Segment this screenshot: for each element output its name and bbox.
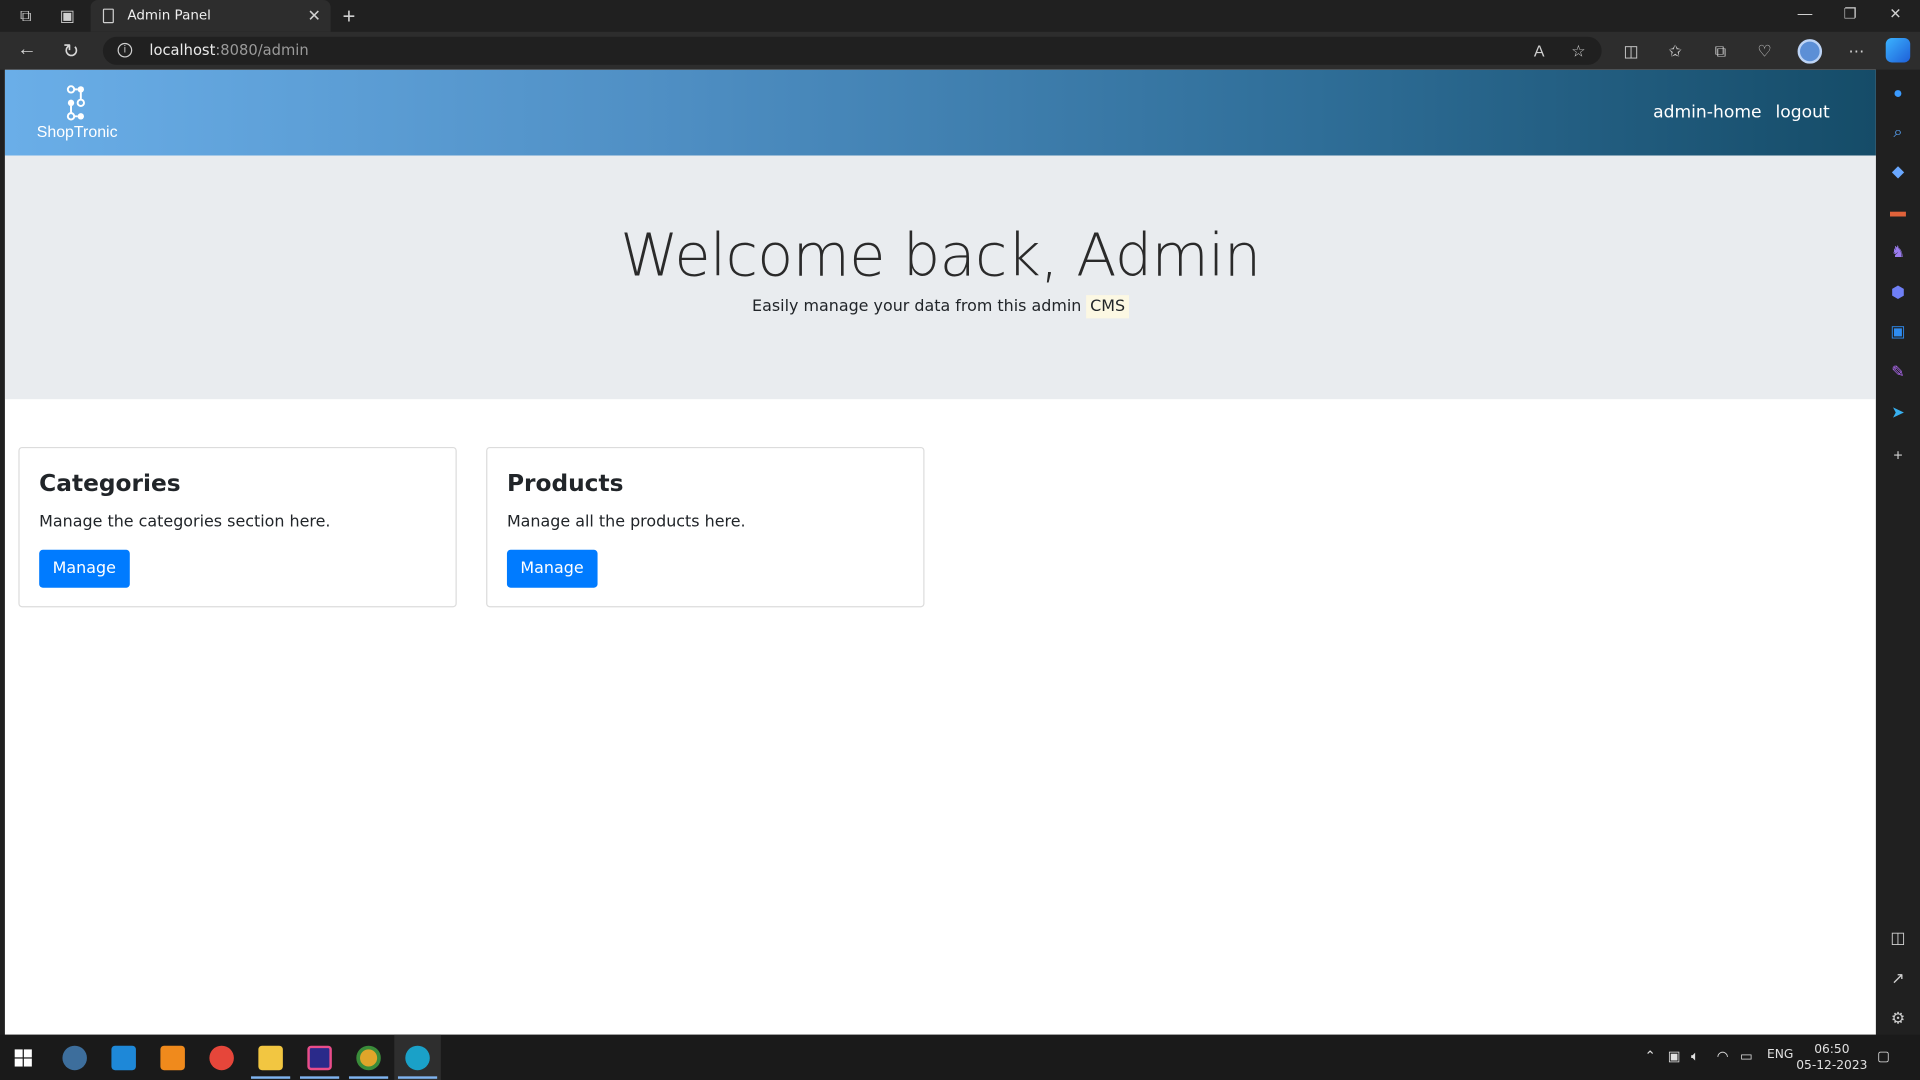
profile-avatar[interactable] — [1797, 39, 1823, 64]
nav-admin-home[interactable]: admin-home — [1653, 103, 1762, 123]
brand-name: ShopTronic — [36, 122, 118, 141]
vscode-icon[interactable] — [111, 1045, 136, 1071]
add-sidebar-app-icon[interactable]: + — [1887, 444, 1909, 466]
restore-button[interactable]: ❐ — [1838, 5, 1862, 22]
postgres-icon[interactable] — [62, 1045, 87, 1071]
intellij-icon[interactable] — [307, 1045, 332, 1071]
close-tab-icon[interactable]: ✕ — [307, 6, 320, 26]
close-window-button[interactable]: ✕ — [1883, 5, 1907, 22]
brand-link[interactable]: ShopTronic — [36, 84, 118, 141]
minimize-button[interactable]: — — [1793, 5, 1817, 22]
sublime-text-icon[interactable] — [160, 1045, 185, 1071]
site-navbar: ShopTronic admin-home logout — [4, 69, 1876, 156]
tab-admin-panel[interactable]: Admin Panel ✕ — [90, 0, 331, 32]
search-icon[interactable]: ⌕ — [1887, 121, 1909, 143]
site-info-icon[interactable]: i — [117, 42, 133, 58]
settings-gear-icon[interactable]: ⚙ — [1887, 1008, 1909, 1030]
categories-card: Categories Manage the categories section… — [18, 446, 457, 608]
clock-date: 05-12-2023 — [1796, 1059, 1868, 1073]
products-card: Products Manage all the products here. M… — [486, 446, 925, 608]
clock-time: 06:50 — [1814, 1043, 1850, 1057]
tab-title: Admin Panel — [127, 7, 211, 24]
cms-highlight: CMS — [1086, 295, 1129, 319]
copilot-icon[interactable] — [1885, 37, 1911, 63]
battery-icon[interactable]: ▭ — [1740, 1048, 1753, 1064]
page-icon — [102, 8, 114, 24]
language-indicator[interactable]: ENG — [1767, 1048, 1793, 1061]
volume-icon[interactable]: 🔈︎ — [1691, 1048, 1699, 1065]
address-bar-row: ← ↻ i localhost:8080/admin A ☆ ◫ ✩ ⧉ ♡ ⋯ — [0, 31, 1920, 70]
shopping-tag-icon[interactable]: ◆ — [1887, 160, 1909, 182]
collections-icon[interactable]: ⧉ — [1709, 40, 1731, 62]
active-indicator — [251, 1076, 291, 1079]
edge-icon[interactable] — [405, 1045, 430, 1071]
welcome-jumbotron: Welcome back, Admin Easily manage your d… — [4, 155, 1876, 400]
url-text: localhost:8080/admin — [149, 41, 309, 59]
active-indicator — [397, 1076, 438, 1079]
windows-taskbar: ⌃ ▣ 🔈︎ ◠ ▭ ENG 06:50 05-12-2023 ▢ — [0, 1034, 1920, 1080]
chrome-icon[interactable] — [356, 1045, 381, 1071]
start-windows-icon[interactable] — [11, 1046, 35, 1070]
drop-icon[interactable]: ➤ — [1887, 402, 1909, 424]
chrome-dev-icon[interactable] — [209, 1045, 234, 1071]
url-input[interactable]: i localhost:8080/admin — [102, 36, 1602, 65]
favorites-icon[interactable]: ✩ — [1664, 40, 1686, 62]
refresh-icon[interactable]: ↻ — [59, 39, 83, 63]
notification-bell-icon[interactable]: ● — [1887, 82, 1909, 104]
card-title: Categories — [39, 470, 181, 498]
page-subtitle: Easily manage your data from this admin … — [5, 295, 1876, 319]
browser-essentials-icon[interactable]: ♡ — [1753, 40, 1775, 62]
read-aloud-icon[interactable]: A — [1528, 40, 1550, 62]
shoptronic-logo-icon — [62, 84, 89, 121]
card-title: Products — [506, 470, 624, 498]
wifi-icon[interactable]: ◠ — [1717, 1048, 1729, 1064]
outlook-icon[interactable]: ▣ — [1887, 321, 1909, 343]
games-icon[interactable]: ♞ — [1887, 241, 1909, 263]
card-text: Manage the categories section here. — [39, 513, 331, 532]
file-explorer-icon[interactable] — [258, 1045, 283, 1071]
microsoft-365-icon[interactable]: ⬢ — [1887, 282, 1909, 304]
more-options-icon[interactable]: ⋯ — [1845, 40, 1867, 62]
hide-sidebar-icon[interactable]: ◫ — [1887, 927, 1909, 949]
split-screen-icon[interactable]: ◫ — [1620, 40, 1642, 62]
external-link-icon[interactable]: ↗ — [1887, 967, 1909, 989]
card-text: Manage all the products here. — [506, 513, 746, 532]
browser-tab-strip: ⧉ ▣ Admin Panel ✕ + — ❐ ✕ — [0, 0, 1920, 32]
active-indicator — [348, 1076, 389, 1079]
manage-categories-button[interactable]: Manage — [39, 549, 130, 588]
page-title: Welcome back, Admin — [620, 221, 1261, 291]
show-hidden-icons-icon[interactable]: ⌃ — [1645, 1048, 1656, 1064]
tab-actions-icon[interactable]: ▣ — [56, 5, 78, 27]
manage-products-button[interactable]: Manage — [506, 549, 598, 588]
nav-logout[interactable]: logout — [1776, 103, 1830, 123]
workspaces-icon[interactable]: ⧉ — [15, 5, 37, 27]
page-viewport: ShopTronic admin-home logout Welcome bac… — [4, 69, 1876, 1035]
edge-sidebar: ● ⌕ ◆ ▬ ♞ ⬢ ▣ ✎ ➤ + ◫ ↗ ⚙ — [1875, 69, 1920, 1035]
tools-icon[interactable]: ▬ — [1887, 201, 1909, 223]
designer-icon[interactable]: ✎ — [1887, 361, 1909, 383]
active-indicator — [300, 1076, 340, 1079]
new-tab-button[interactable]: + — [338, 4, 360, 30]
favorite-star-icon[interactable]: ☆ — [1567, 40, 1589, 62]
back-icon[interactable]: ← — [15, 39, 39, 61]
clock[interactable]: 06:50 05-12-2023 — [1795, 1042, 1868, 1074]
display-icon[interactable]: ▣ — [1668, 1048, 1681, 1064]
notifications-icon[interactable]: ▢ — [1877, 1048, 1890, 1064]
